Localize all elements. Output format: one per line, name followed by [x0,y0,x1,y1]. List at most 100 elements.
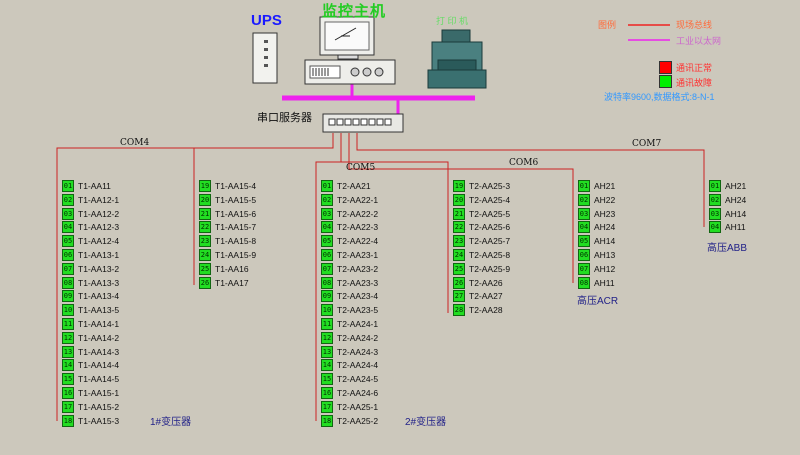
device-node[interactable]: 18 T2-AA25-2 [321,414,378,427]
device-status-indicator: 02 [321,193,333,206]
device-status-indicator: 21 [453,207,465,220]
device-node[interactable]: 16 T2-AA24-6 [321,387,378,399]
device-node[interactable]: 24 T1-AA15-9 [199,249,256,261]
device-node[interactable]: 08 AH11 [578,276,615,289]
device-node[interactable]: 03 T1-AA12-2 [62,207,120,220]
device-node[interactable]: 07 T1-AA13-2 [62,262,119,275]
device-name: T2-AA24-4 [337,360,379,371]
device-node[interactable]: 26 T1-AA17 [199,276,249,289]
device-node[interactable]: 13 T2-AA24-3 [321,345,378,358]
device-node[interactable]: 17 T2-AA25-1 [321,400,378,413]
device-node[interactable]: 10 T2-AA23-5 [321,304,378,317]
legend-bus-label: 现场总线 [676,20,713,30]
device-status-indicator: 18 [62,414,74,427]
device-node[interactable]: 09 T1-AA13-4 [62,290,119,303]
device-node[interactable]: 08 T1-AA13-3 [62,276,120,289]
device-node[interactable]: 03 AH23 [578,207,615,220]
device-node[interactable]: 07 AH12 [578,262,615,275]
device-node[interactable]: 03 T2-AA22-2 [321,207,378,220]
device-node[interactable]: 05 T1-AA12-4 [62,235,119,248]
device-name: T2-AA23-1 [337,250,379,260]
legend-title: 图例 [598,20,617,30]
device-status-indicator: 08 [62,276,74,289]
device-node[interactable]: 25 T2-AA25-9 [453,262,510,275]
device-node[interactable]: 15 T1-AA14-5 [62,373,120,386]
device-node[interactable]: 01 T1-AA11 [62,180,111,192]
device-node[interactable]: 22 T1-AA15-7 [199,221,256,234]
device-status-indicator: 23 [453,235,465,248]
device-node[interactable]: 11 T2-AA24-1 [321,318,378,330]
device-node[interactable]: 02 AH22 [578,193,615,206]
device-node[interactable]: 12 T1-AA14-2 [62,331,119,344]
device-node[interactable]: 23 T1-AA15-8 [199,235,256,248]
device-node[interactable]: 06 AH13 [578,249,615,261]
device-name: T1-AA12-2 [78,208,120,219]
ups-title: UPS [251,12,282,29]
device-node[interactable]: 24 T2-AA25-8 [453,249,510,261]
group-label-t1: 1#变压器 [150,417,192,428]
device-node[interactable]: 01 AH21 [709,180,746,192]
device-node[interactable]: 15 T2-AA24-5 [321,373,378,386]
device-node[interactable]: 19 T2-AA25-3 [453,180,510,192]
device-node[interactable]: 01 AH21 [578,180,615,192]
device-node[interactable]: 14 T1-AA14-4 [62,359,120,372]
device-node[interactable]: 04 AH11 [709,221,746,234]
device-node[interactable]: 10 T1-AA13-5 [62,304,119,317]
device-node[interactable]: 25 T1-AA16 [199,262,249,275]
device-status-indicator: 13 [321,345,333,358]
device-status-indicator: 08 [578,276,590,289]
device-node[interactable]: 02 T2-AA22-1 [321,193,378,206]
device-name: T1-AA14-4 [78,360,120,371]
device-status-indicator: 02 [709,193,721,206]
device-node[interactable]: 03 AH14 [709,207,746,220]
device-name: T1-AA15-6 [215,208,257,219]
device-node[interactable]: 18 T1-AA15-3 [62,414,120,427]
device-name: T1-AA14-5 [78,374,120,385]
printer-icon [427,29,487,89]
device-node[interactable]: 05 T2-AA22-4 [321,235,379,248]
device-name: T1-AA15-3 [78,415,120,426]
device-node[interactable]: 04 T2-AA22-3 [321,221,378,234]
device-node[interactable]: 19 T1-AA15-4 [199,180,256,192]
device-node[interactable]: 07 T2-AA23-2 [321,262,378,275]
device-node[interactable]: 12 T2-AA24-2 [321,331,378,344]
device-node[interactable]: 04 AH24 [578,221,615,234]
device-node[interactable]: 13 T1-AA14-3 [62,345,119,358]
device-node[interactable]: 20 T1-AA15-5 [199,193,256,206]
device-name: T2-AA22-4 [337,236,379,247]
device-node[interactable]: 21 T1-AA15-6 [199,207,257,220]
device-status-indicator: 25 [453,262,465,275]
device-name: T1-AA13-3 [78,277,120,288]
device-node[interactable]: 02 AH24 [709,193,747,206]
device-node[interactable]: 17 T1-AA15-2 [62,400,119,413]
device-node[interactable]: 05 AH14 [578,235,615,248]
device-status-indicator: 11 [321,318,333,330]
device-node[interactable]: 26 T2-AA26 [453,276,503,289]
device-node[interactable]: 04 T1-AA12-3 [62,221,119,234]
device-node[interactable]: 16 T1-AA15-1 [62,387,119,399]
device-node[interactable]: 27 T2-AA27 [453,290,503,303]
device-name: T2-AA24-1 [337,319,379,329]
device-status-indicator: 15 [321,373,333,386]
device-name: AH21 [725,181,747,191]
device-node[interactable]: 08 T2-AA23-3 [321,276,378,289]
device-node[interactable]: 02 T1-AA12-1 [62,193,119,206]
device-node[interactable]: 14 T2-AA24-4 [321,359,379,372]
device-status-indicator: 26 [453,276,465,289]
device-node[interactable]: 01 T2-AA21 [321,180,371,192]
device-node[interactable]: 22 T2-AA25-6 [453,221,510,234]
com7-label: COM7 [632,139,662,149]
device-node[interactable]: 09 T2-AA23-4 [321,290,378,303]
device-node[interactable]: 28 T2-AA28 [453,304,503,317]
device-status-indicator: 10 [62,304,74,317]
device-status-indicator: 06 [62,249,74,261]
device-status-indicator: 28 [453,304,465,317]
device-node[interactable]: 23 T2-AA25-7 [453,235,510,248]
legend-ethernet-label: 工业以太网 [676,36,722,46]
device-node[interactable]: 11 T1-AA14-1 [62,318,119,330]
device-node[interactable]: 06 T1-AA13-1 [62,249,119,261]
device-node[interactable]: 06 T2-AA23-1 [321,249,378,261]
device-name: AH24 [725,194,747,205]
device-node[interactable]: 20 T2-AA25-4 [453,193,510,206]
device-node[interactable]: 21 T2-AA25-5 [453,207,510,220]
